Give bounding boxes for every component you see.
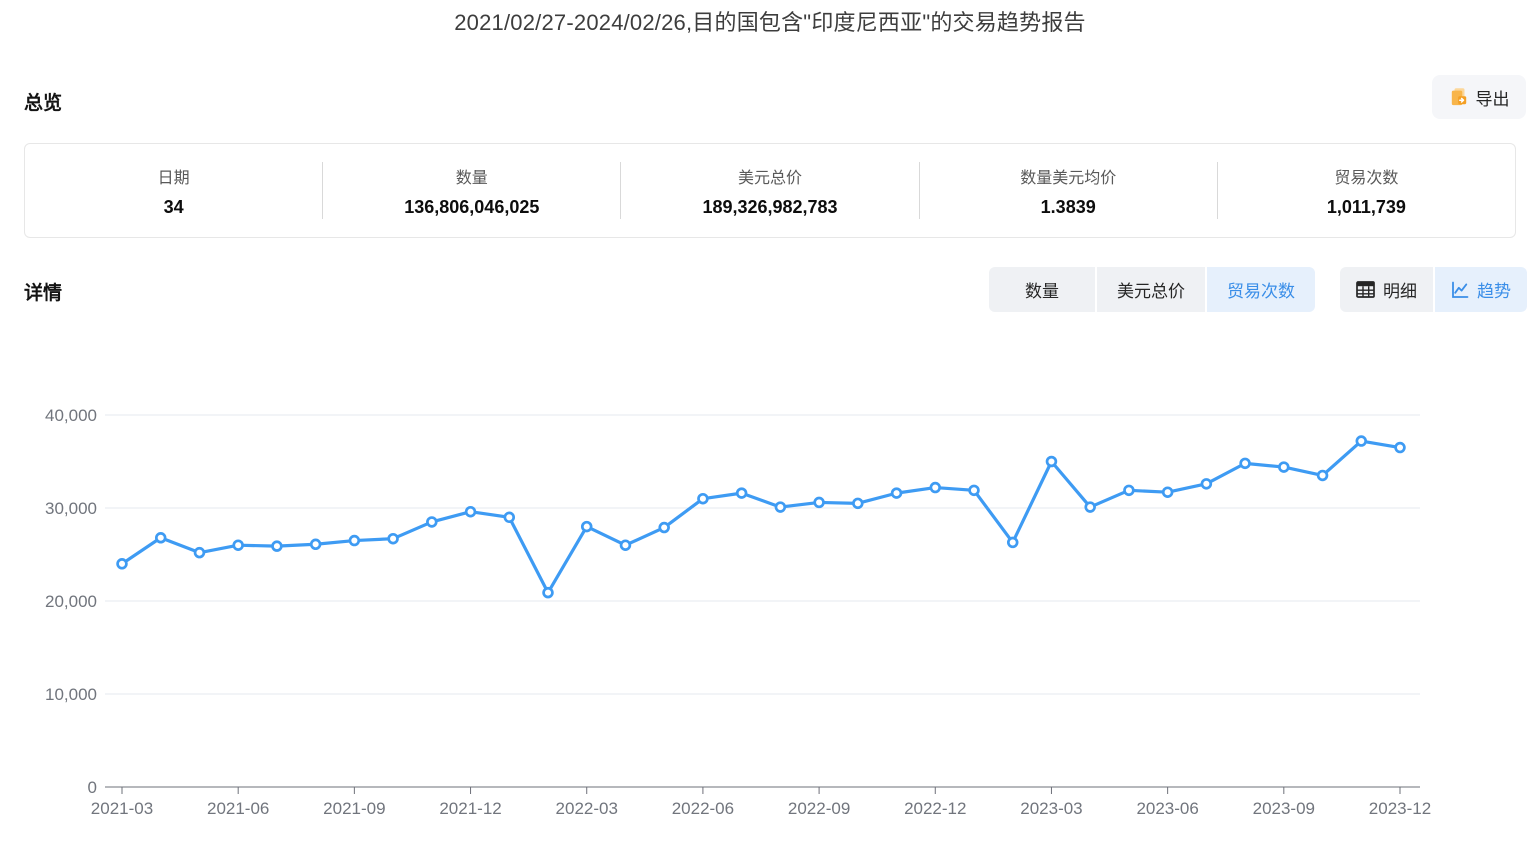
y-tick-label: 0 (88, 778, 97, 797)
overview-heading: 总览 (24, 88, 62, 115)
data-point-marker[interactable] (311, 540, 320, 549)
stat-date: 日期 34 (25, 144, 322, 237)
data-point-marker[interactable] (1163, 488, 1172, 497)
view-tab-group: 明细 趋势 (1340, 267, 1527, 312)
x-tick-label: 2021-12 (439, 799, 501, 818)
stat-value: 189,326,982,783 (702, 197, 837, 218)
data-point-marker[interactable] (815, 498, 824, 507)
data-point-marker[interactable] (195, 548, 204, 557)
data-point-marker[interactable] (699, 494, 708, 503)
data-point-marker[interactable] (1318, 471, 1327, 480)
stat-usd-total: 美元总价 189,326,982,783 (621, 144, 918, 237)
table-icon (1356, 281, 1375, 298)
data-point-marker[interactable] (350, 536, 359, 545)
data-point-marker[interactable] (1279, 463, 1288, 472)
trend-chart-svg: 0 10,000 20,000 30,000 40,000 2021-03 2021-06 2… (0, 0, 1540, 846)
line-chart-icon (1451, 281, 1469, 299)
y-tick-label: 20,000 (45, 592, 97, 611)
x-tick-label: 2023-12 (1369, 799, 1431, 818)
y-tick-label: 30,000 (45, 499, 97, 518)
data-point-marker[interactable] (234, 541, 243, 550)
x-tick-label: 2022-12 (904, 799, 966, 818)
tab-quantity[interactable]: 数量 (989, 267, 1095, 312)
stat-label: 日期 (158, 164, 190, 188)
tab-trend-label: 趋势 (1477, 277, 1511, 302)
x-tick-label: 2022-09 (788, 799, 850, 818)
stat-label: 美元总价 (738, 164, 802, 188)
data-point-marker[interactable] (1086, 503, 1095, 512)
tab-usd-total[interactable]: 美元总价 (1097, 267, 1205, 312)
data-point-marker[interactable] (389, 534, 398, 543)
data-point-marker[interactable] (621, 541, 630, 550)
stat-value: 1.3839 (1041, 197, 1096, 218)
y-tick-label: 10,000 (45, 685, 97, 704)
x-tick-label: 2022-03 (556, 799, 618, 818)
data-point-marker[interactable] (156, 533, 165, 542)
details-heading: 详情 (24, 278, 62, 305)
x-tick-label: 2023-09 (1253, 799, 1315, 818)
trend-line (122, 441, 1400, 593)
metric-tab-group: 数量 美元总价 贸易次数 (989, 267, 1315, 312)
data-point-marker[interactable] (1008, 538, 1017, 547)
data-point-marker[interactable] (970, 486, 979, 495)
stat-label: 贸易次数 (1334, 164, 1398, 188)
data-point-marker[interactable] (776, 503, 785, 512)
y-tick-label: 40,000 (45, 406, 97, 425)
data-point-marker[interactable] (853, 499, 862, 508)
data-point-marker[interactable] (582, 522, 591, 531)
data-point-marker[interactable] (544, 588, 553, 597)
stat-label: 数量 (456, 164, 488, 188)
stat-label: 数量美元均价 (1020, 164, 1116, 188)
x-tick-label: 2023-03 (1020, 799, 1082, 818)
x-tick-label: 2023-06 (1136, 799, 1198, 818)
stat-quantity: 数量 136,806,046,025 (323, 144, 620, 237)
tab-trend-view[interactable]: 趋势 (1435, 267, 1527, 312)
data-point-marker[interactable] (1357, 437, 1366, 446)
report-page: 2021/02/27-2024/02/26,目的国包含"印度尼西亚"的交易趋势报… (0, 0, 1540, 846)
data-point-marker[interactable] (660, 523, 669, 532)
tab-detail-label: 明细 (1383, 277, 1417, 302)
data-point-marker[interactable] (1125, 486, 1134, 495)
stat-avg-price: 数量美元均价 1.3839 (920, 144, 1217, 237)
export-button[interactable]: 导出 (1432, 75, 1526, 119)
data-point-marker[interactable] (427, 518, 436, 527)
data-point-marker[interactable] (1241, 459, 1250, 468)
tab-trade-count[interactable]: 贸易次数 (1207, 267, 1315, 312)
stat-value: 34 (164, 197, 184, 218)
data-point-marker[interactable] (892, 489, 901, 498)
data-point-marker[interactable] (1047, 457, 1056, 466)
x-tick-label: 2022-06 (672, 799, 734, 818)
trend-chart: 0 10,000 20,000 30,000 40,000 2021-03 2021-06 2… (0, 0, 1540, 846)
data-point-marker[interactable] (931, 483, 940, 492)
page-title: 2021/02/27-2024/02/26,目的国包含"印度尼西亚"的交易趋势报… (0, 5, 1540, 37)
data-point-marker[interactable] (466, 507, 475, 516)
tab-detail-view[interactable]: 明细 (1340, 267, 1433, 312)
stat-value: 136,806,046,025 (404, 197, 539, 218)
overview-stats-card: 日期 34 数量 136,806,046,025 美元总价 189,326,98… (24, 143, 1516, 238)
export-button-label: 导出 (1476, 85, 1510, 110)
data-point-marker[interactable] (118, 559, 127, 568)
stat-value: 1,011,739 (1327, 197, 1406, 218)
x-tick-label: 2021-03 (91, 799, 153, 818)
x-tick-label: 2021-09 (323, 799, 385, 818)
data-point-marker[interactable] (273, 542, 282, 551)
data-point-marker[interactable] (1202, 479, 1211, 488)
data-point-marker[interactable] (1396, 443, 1405, 452)
x-tick-label: 2021-06 (207, 799, 269, 818)
export-icon (1449, 87, 1469, 107)
stat-trade-count: 贸易次数 1,011,739 (1218, 144, 1515, 237)
data-point-marker[interactable] (505, 513, 514, 522)
data-point-marker[interactable] (737, 489, 746, 498)
